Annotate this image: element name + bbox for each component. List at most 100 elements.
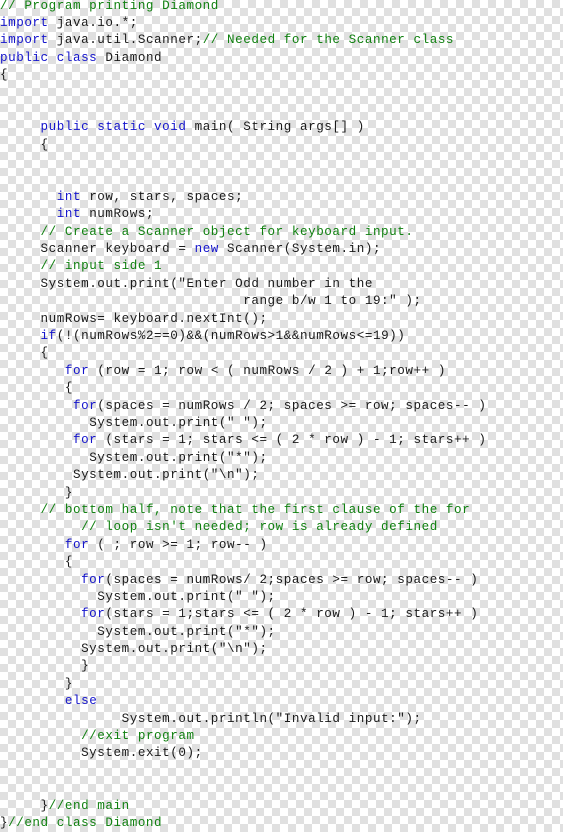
code-line: else (0, 693, 563, 710)
code-token-plain: System.exit(0); (81, 746, 203, 761)
code-token-plain: System.out.print(" "); (89, 415, 268, 430)
code-token-keyword: for (81, 607, 106, 622)
code-token-plain: numRows; (81, 207, 155, 222)
code-token-comment: // bottom half, note that the first clau… (40, 502, 471, 517)
code-token-plain: } (64, 676, 73, 691)
code-token-plain: row, stars, spaces; (81, 189, 244, 204)
code-line: import java.util.Scanner;// Needed for t… (0, 32, 563, 49)
code-line: System.exit(0); (0, 745, 563, 762)
code-token-plain: System.out.print("\n"); (72, 468, 260, 483)
code-token-keyword: import (0, 16, 49, 30)
code-token-plain: { (64, 381, 73, 396)
code-line: public class Diamond (0, 50, 563, 67)
code-token-plain: System.out.print(" "); (97, 589, 276, 604)
code-token-plain: (stars = 1; stars <= ( 2 * row ) - 1; st… (97, 433, 487, 448)
code-line: if(!(numRows%2==0)&&(numRows>1&&numRows<… (0, 328, 563, 345)
code-line: System.out.print("\n"); (0, 641, 563, 658)
code-line: //exit program (0, 728, 563, 745)
code-token-keyword: else (64, 694, 98, 709)
code-token-plain: numRows= keyboard.nextInt(); (40, 311, 268, 326)
code-token-keyword: for (64, 363, 90, 378)
code-token-plain: { (40, 346, 49, 361)
code-token-plain: Diamond (97, 50, 163, 65)
code-line: { (0, 67, 563, 84)
code-line: public static void main( String args[] ) (0, 119, 563, 136)
code-line: System.out.print(" "); (0, 589, 563, 606)
code-token-plain: Scanner keyboard = (40, 242, 195, 257)
code-token-keyword: int (56, 207, 82, 222)
code-token-comment: //exit program (81, 729, 195, 744)
code-line: }//end class Diamond (0, 815, 563, 832)
code-line: System.out.print(" "); (0, 415, 563, 432)
code-line: }//end main (0, 798, 563, 815)
code-token-keyword: public static void (40, 120, 187, 135)
code-line: System.out.print("*"); (0, 624, 563, 641)
code-token-plain: } (64, 485, 73, 500)
code-token-comment: // Needed for the Scanner class (202, 33, 455, 48)
code-line: // Program printing Diamond (0, 0, 563, 15)
code-line: { (0, 345, 563, 362)
code-token-plain: } (0, 815, 9, 830)
code-line: for (stars = 1; stars <= ( 2 * row ) - 1… (0, 432, 563, 449)
code-token-keyword: if (40, 329, 57, 344)
code-token-plain: System.out.print("*"); (97, 624, 276, 639)
code-line: int numRows; (0, 206, 563, 223)
code-token-plain: (stars = 1;stars <= ( 2 * row ) - 1; sta… (105, 607, 479, 622)
code-line: } (0, 485, 563, 502)
code-line: // input side 1 (0, 258, 563, 275)
code-token-keyword: for (72, 398, 98, 413)
code-token-plain: System.out.print("Enter Odd number in th… (40, 276, 373, 291)
code-token-plain: java.util.Scanner; (48, 33, 203, 48)
code-line: import java.io.*; (0, 15, 563, 32)
code-token-plain: range b/w 1 to 19:" ); (243, 294, 422, 309)
code-token-plain: (spaces = numRows/ 2;spaces >= row; spac… (105, 572, 479, 587)
code-line: range b/w 1 to 19:" ); (0, 293, 563, 310)
code-token-keyword: for (64, 537, 90, 552)
code-line: // loop isn't needed; row is already def… (0, 519, 563, 536)
code-token-plain: (row = 1; row < ( numRows / 2 ) + 1;row+… (89, 363, 446, 378)
code-line: System.out.print("*"); (0, 450, 563, 467)
code-token-keyword: new (194, 242, 219, 257)
code-token-plain: } (81, 659, 90, 674)
code-token-plain: { (64, 555, 73, 570)
code-token-plain: } (40, 798, 49, 813)
code-token-keyword: for (72, 433, 98, 448)
code-token-plain: Scanner(System.in); (218, 242, 382, 257)
code-line: for(spaces = numRows / 2; spaces >= row;… (0, 398, 563, 415)
code-token-plain: { (40, 137, 49, 152)
code-token-plain: System.out.println("Invalid input:"); (121, 711, 422, 726)
code-token-plain: System.out.print("\n"); (81, 642, 268, 657)
code-line: System.out.print("Enter Odd number in th… (0, 276, 563, 293)
code-token-keyword: import (0, 33, 49, 48)
code-line: numRows= keyboard.nextInt(); (0, 311, 563, 328)
code-token-comment: // loop isn't needed; row is already def… (81, 520, 438, 535)
code-listing: // Program printing Diamond import java.i… (0, 0, 563, 830)
code-line: } (0, 676, 563, 693)
code-line: for(stars = 1;stars <= ( 2 * row ) - 1; … (0, 606, 563, 623)
